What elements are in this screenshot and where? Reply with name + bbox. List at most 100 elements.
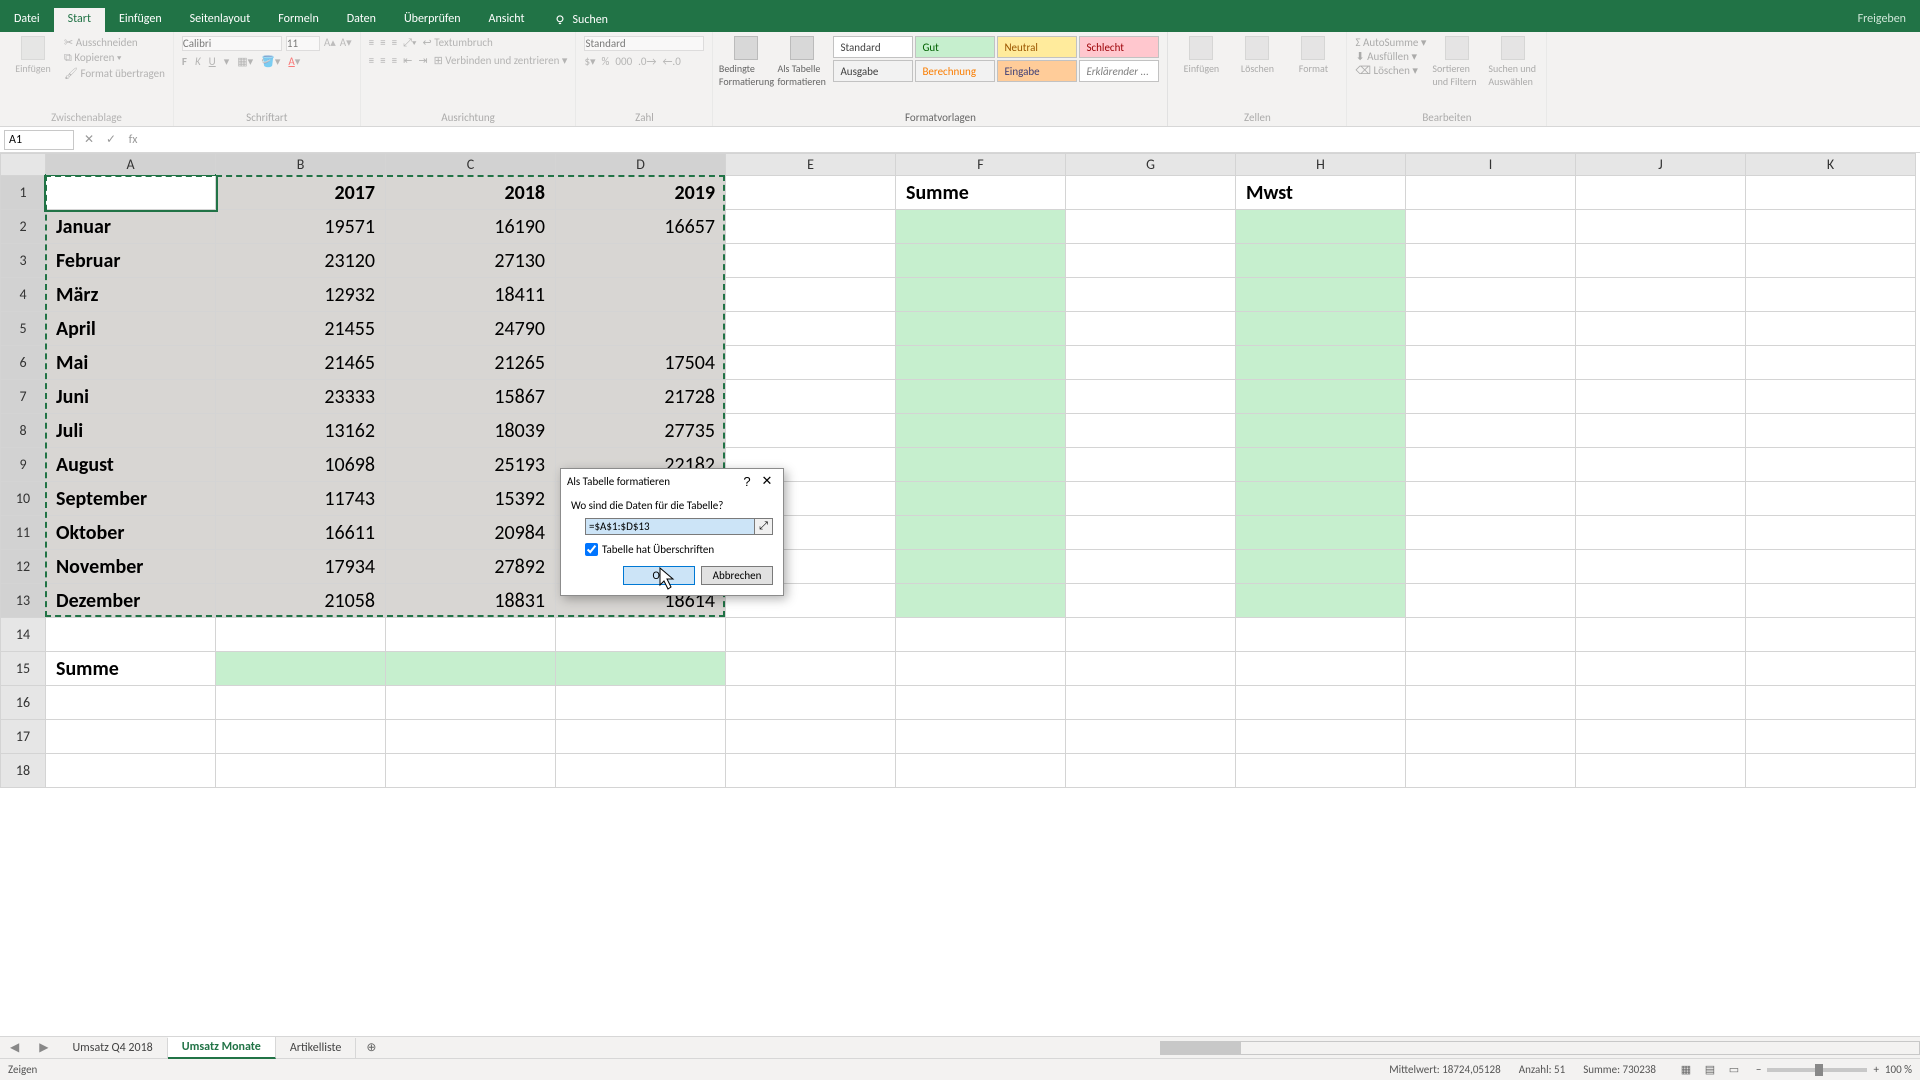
cell-B11[interactable]: 16611 [216, 516, 386, 550]
cell-F1[interactable]: Summe [896, 176, 1066, 210]
cell-G4[interactable] [1066, 278, 1236, 312]
cell-A1[interactable] [46, 176, 216, 210]
cell-G8[interactable] [1066, 414, 1236, 448]
cell-A6[interactable]: Mai [46, 346, 216, 380]
cell-G12[interactable] [1066, 550, 1236, 584]
cell-I10[interactable] [1406, 482, 1576, 516]
cell-G2[interactable] [1066, 210, 1236, 244]
conditional-formatting-button[interactable]: Bedingte Formatierung [721, 36, 771, 88]
align-left-icon[interactable]: ≡ [369, 54, 374, 67]
underline-button[interactable]: U [209, 55, 216, 68]
row-header-14[interactable]: 14 [1, 618, 46, 652]
cell-A7[interactable]: Juni [46, 380, 216, 414]
cell-D8[interactable]: 27735 [556, 414, 726, 448]
cell-K13[interactable] [1746, 584, 1916, 618]
cell-I17[interactable] [1406, 720, 1576, 754]
view-normal-icon[interactable]: ▦ [1674, 1063, 1698, 1076]
tab-data[interactable]: Daten [333, 8, 390, 32]
cell-A18[interactable] [46, 754, 216, 788]
cell-H6[interactable] [1236, 346, 1406, 380]
cell-F11[interactable] [896, 516, 1066, 550]
row-header-11[interactable]: 11 [1, 516, 46, 550]
cell-K14[interactable] [1746, 618, 1916, 652]
cell-A14[interactable] [46, 618, 216, 652]
bold-button[interactable]: F [182, 55, 187, 68]
col-header-F[interactable]: F [896, 154, 1066, 176]
cell-J8[interactable] [1576, 414, 1746, 448]
cell-J1[interactable] [1576, 176, 1746, 210]
cell-G14[interactable] [1066, 618, 1236, 652]
cell-A9[interactable]: August [46, 448, 216, 482]
currency-icon[interactable]: $▾ [584, 55, 595, 68]
align-right-icon[interactable]: ≡ [392, 54, 397, 67]
cell-F14[interactable] [896, 618, 1066, 652]
cell-H4[interactable] [1236, 278, 1406, 312]
cell-K8[interactable] [1746, 414, 1916, 448]
cell-A13[interactable]: Dezember [46, 584, 216, 618]
cell-H9[interactable] [1236, 448, 1406, 482]
find-select-button[interactable]: Suchen und Auswählen [1488, 36, 1538, 88]
col-header-A[interactable]: A [46, 154, 216, 176]
row-header-13[interactable]: 13 [1, 584, 46, 618]
cell-H8[interactable] [1236, 414, 1406, 448]
zoom-slider[interactable] [1767, 1068, 1867, 1072]
cell-K10[interactable] [1746, 482, 1916, 516]
add-sheet-icon[interactable]: ⊕ [356, 1040, 386, 1055]
cell-K7[interactable] [1746, 380, 1916, 414]
cell-K18[interactable] [1746, 754, 1916, 788]
cell-F16[interactable] [896, 686, 1066, 720]
col-header-D[interactable]: D [556, 154, 726, 176]
align-bot-icon[interactable]: ≡ [392, 36, 397, 50]
cell-D7[interactable]: 21728 [556, 380, 726, 414]
tab-review[interactable]: Überprüfen [390, 8, 475, 32]
cell-E7[interactable] [726, 380, 896, 414]
select-all-corner[interactable] [1, 154, 46, 176]
cell-J4[interactable] [1576, 278, 1746, 312]
cell-J5[interactable] [1576, 312, 1746, 346]
cell-D5[interactable] [556, 312, 726, 346]
cancel-formula-icon[interactable]: ✕ [78, 132, 100, 147]
row-header-8[interactable]: 8 [1, 414, 46, 448]
cell-C13[interactable]: 18831 [386, 584, 556, 618]
cell-E4[interactable] [726, 278, 896, 312]
horizontal-scrollbar[interactable] [1160, 1041, 1920, 1055]
cell-E18[interactable] [726, 754, 896, 788]
cell-A5[interactable]: April [46, 312, 216, 346]
font-size-input[interactable] [286, 36, 320, 51]
cell-I2[interactable] [1406, 210, 1576, 244]
dialog-close-icon[interactable]: ✕ [757, 473, 777, 489]
cell-K1[interactable] [1746, 176, 1916, 210]
cell-K12[interactable] [1746, 550, 1916, 584]
cell-F7[interactable] [896, 380, 1066, 414]
cell-B8[interactable]: 13162 [216, 414, 386, 448]
row-header-10[interactable]: 10 [1, 482, 46, 516]
cell-K17[interactable] [1746, 720, 1916, 754]
cell-B17[interactable] [216, 720, 386, 754]
cell-F4[interactable] [896, 278, 1066, 312]
cell-H15[interactable] [1236, 652, 1406, 686]
col-header-H[interactable]: H [1236, 154, 1406, 176]
cell-F5[interactable] [896, 312, 1066, 346]
cell-H18[interactable] [1236, 754, 1406, 788]
cell-C4[interactable]: 18411 [386, 278, 556, 312]
cell-K15[interactable] [1746, 652, 1916, 686]
cell-J13[interactable] [1576, 584, 1746, 618]
comma-icon[interactable]: 000 [615, 55, 632, 68]
cell-I1[interactable] [1406, 176, 1576, 210]
row-header-1[interactable]: 1 [1, 176, 46, 210]
cancel-button[interactable]: Abbrechen [701, 566, 773, 585]
cell-F8[interactable] [896, 414, 1066, 448]
sheet-nav-prev-icon[interactable]: ◀ [0, 1040, 29, 1055]
dec-decimal-icon[interactable]: ←.0 [662, 55, 680, 68]
col-header-C[interactable]: C [386, 154, 556, 176]
cell-E14[interactable] [726, 618, 896, 652]
cell-G5[interactable] [1066, 312, 1236, 346]
copy-button[interactable]: ⧉ Kopieren ▾ [64, 51, 165, 65]
cell-F17[interactable] [896, 720, 1066, 754]
cell-A12[interactable]: November [46, 550, 216, 584]
cell-I15[interactable] [1406, 652, 1576, 686]
table-range-input[interactable] [585, 518, 755, 535]
font-name-input[interactable] [182, 36, 282, 51]
cell-H7[interactable] [1236, 380, 1406, 414]
sort-filter-button[interactable]: Sortieren und Filtern [1432, 36, 1482, 88]
